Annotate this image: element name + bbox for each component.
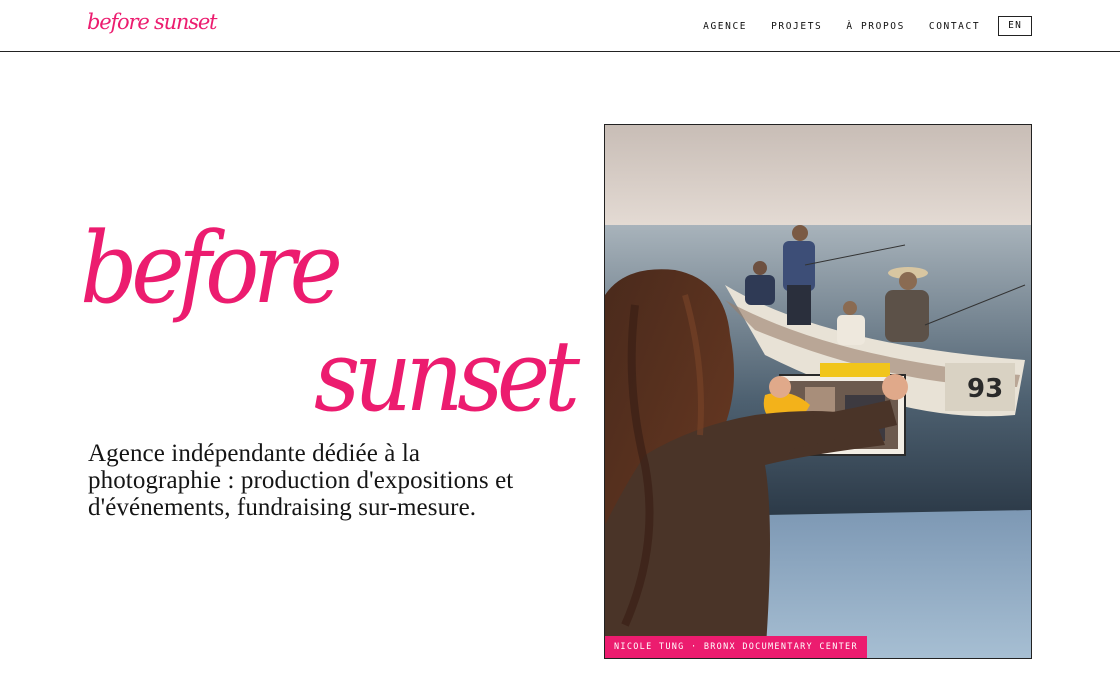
nav-item-contact[interactable]: CONTACT (929, 21, 980, 32)
photo-illustration: 93 (605, 125, 1031, 658)
nav-item-agence[interactable]: AGENCE (703, 21, 747, 32)
main-nav: AGENCE PROJETS À PROPOS CONTACT EN (679, 16, 1032, 36)
hero-photo: 93 NICOLE TUNG · BRONX DOCUMENTARY CENTE… (604, 124, 1032, 659)
hero-tagline: Agence indépendante dédiée à la photogra… (88, 440, 514, 521)
site-header: before sunset AGENCE PROJETS À PROPOS CO… (0, 0, 1120, 52)
site-logo[interactable]: before sunset (87, 10, 218, 34)
photo-caption: NICOLE TUNG · BRONX DOCUMENTARY CENTER (605, 636, 867, 658)
nav-item-a-propos[interactable]: À PROPOS (846, 21, 905, 32)
language-button[interactable]: EN (998, 16, 1032, 36)
nav-item-projets[interactable]: PROJETS (771, 21, 822, 32)
hero-title-sunset: sunset (314, 320, 580, 434)
boat-number: 93 (967, 374, 1003, 404)
hero-title-before: before (80, 212, 343, 326)
